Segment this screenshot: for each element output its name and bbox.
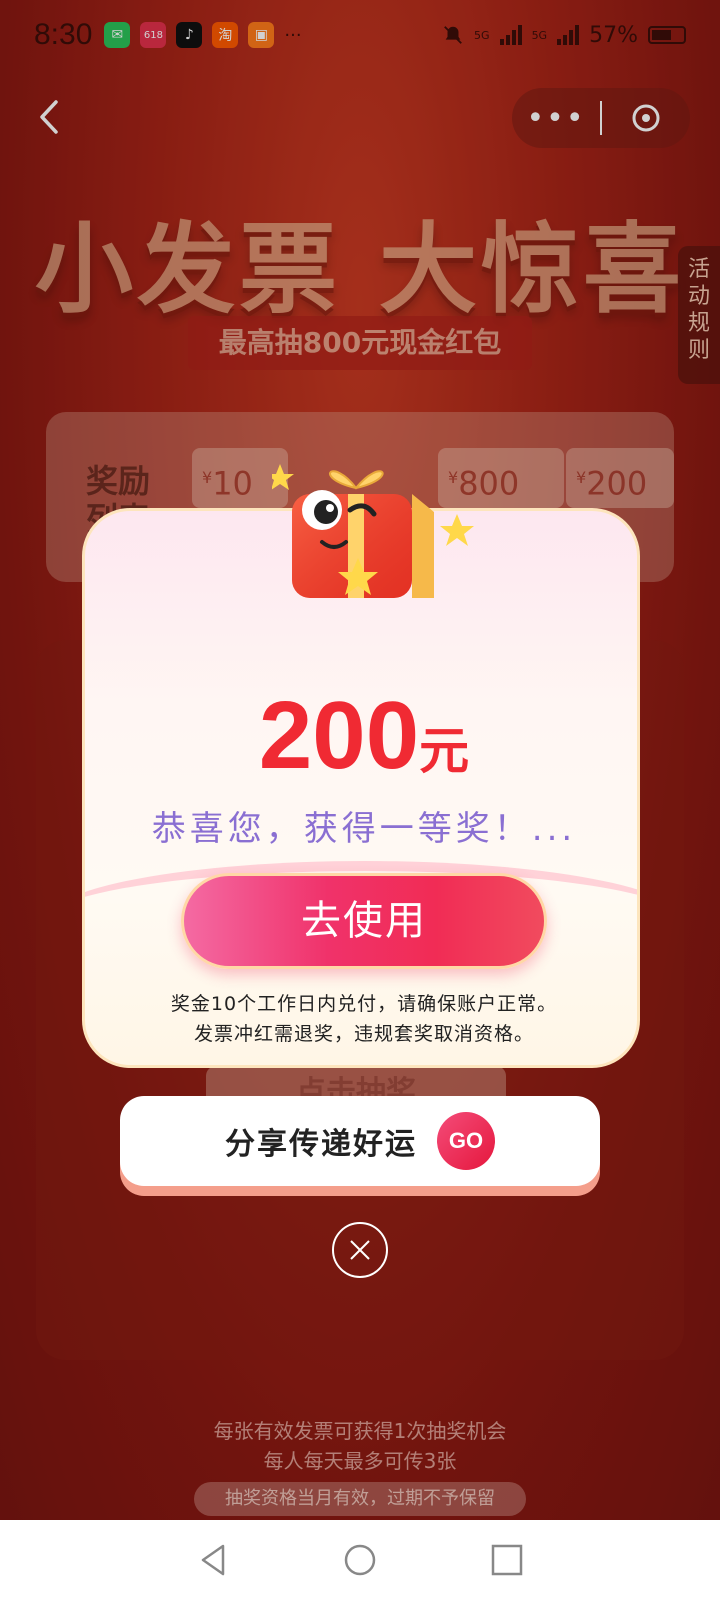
prize-amount-unit: 元 bbox=[419, 723, 470, 779]
nav-back-icon[interactable] bbox=[195, 1542, 231, 1578]
system-navigation-bar bbox=[0, 1520, 720, 1600]
prize-note-line2: 发票冲红需退奖，违规套奖取消资格。 bbox=[193, 1023, 534, 1045]
close-icon bbox=[350, 1240, 370, 1260]
go-badge: GO bbox=[437, 1112, 495, 1170]
nav-home-icon[interactable] bbox=[342, 1542, 378, 1578]
prize-note: 奖金10个工作日内兑付，请确保账户正常。 发票冲红需退奖，违规套奖取消资格。 bbox=[85, 989, 637, 1049]
prize-amount-value: 200 bbox=[258, 682, 420, 789]
share-label: 分享传递好运 bbox=[225, 1127, 417, 1162]
prize-amount: 200元 bbox=[85, 681, 637, 791]
congrats-text: 恭喜您，获得一等奖！... bbox=[151, 809, 577, 849]
gift-box-mascot-icon bbox=[266, 448, 482, 608]
use-prize-button[interactable]: 去使用 bbox=[181, 873, 547, 969]
prize-note-line1: 奖金10个工作日内兑付，请确保账户正常。 bbox=[170, 993, 558, 1015]
nav-recents-icon[interactable] bbox=[489, 1542, 525, 1578]
close-modal-button[interactable] bbox=[332, 1222, 388, 1278]
share-luck-button[interactable]: 分享传递好运 GO bbox=[120, 1096, 600, 1186]
